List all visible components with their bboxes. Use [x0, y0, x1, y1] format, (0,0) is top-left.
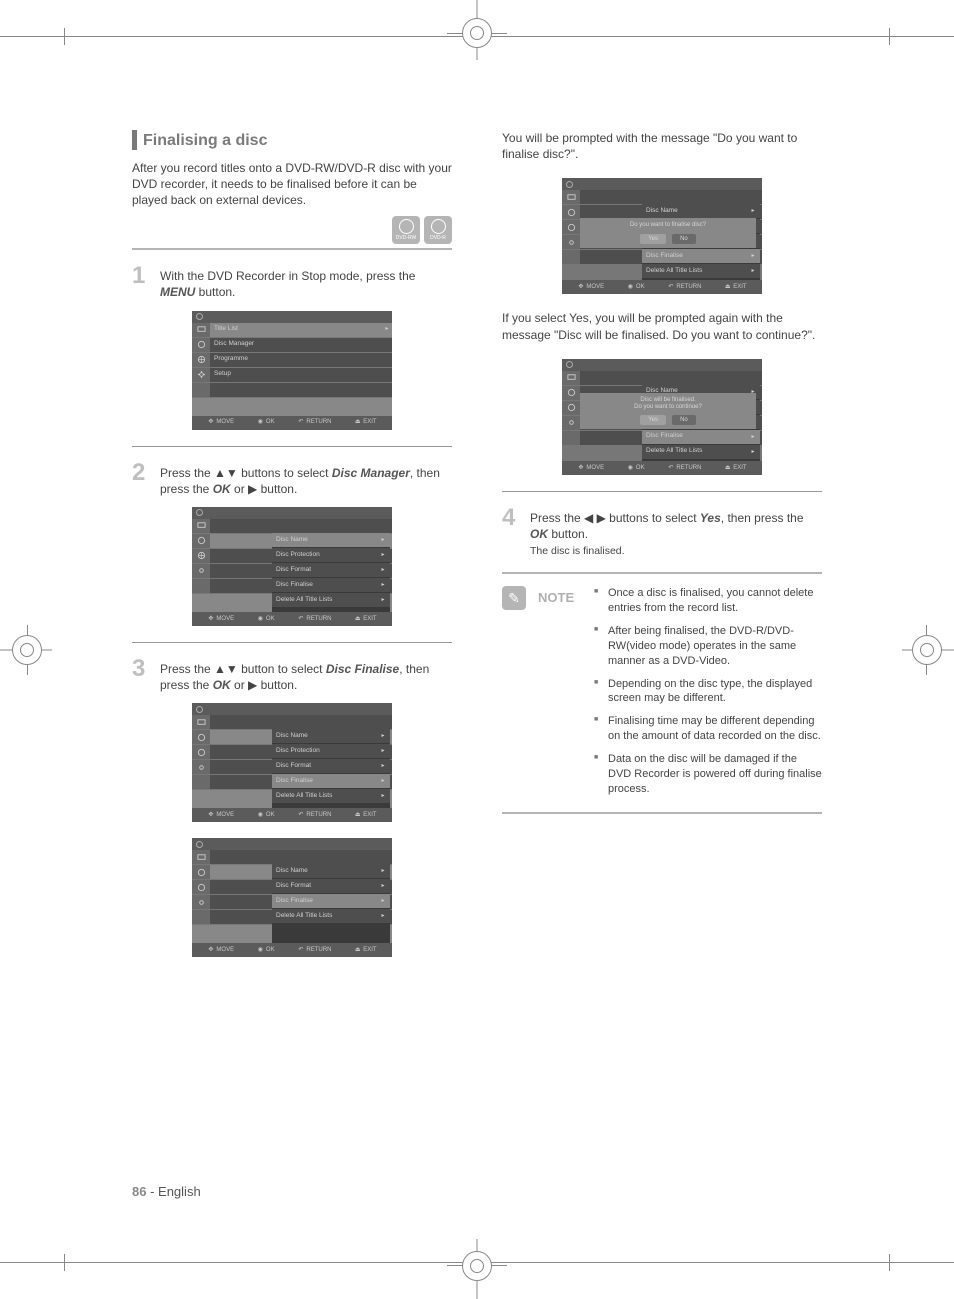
page-content: Finalising a disc After you record title… [132, 130, 822, 973]
prompt-text-2: If you select Yes, you will be prompted … [502, 310, 822, 342]
disc-icon-dvd-r: DVD-R [424, 216, 452, 244]
note-label: NOTE [538, 586, 582, 804]
dialog-continue: Disc will be finalised. Do you want to c… [580, 393, 756, 429]
disc-icon-dvd-rw: DVD-RW [392, 216, 420, 244]
menu-screenshot-dialog-2: Disc Name▸ Disc Protection▸ Disc Format▸… [562, 359, 762, 475]
title-accent-bar [132, 130, 137, 150]
menu-screenshot-dialog-1: Disc Name▸ Disc Protection▸ Disc Format▸… [562, 178, 762, 294]
step-1: 1 With the DVD Recorder in Stop mode, pr… [132, 264, 452, 300]
note-item: Finalising time may be different dependi… [594, 714, 822, 744]
divider [132, 248, 452, 250]
intro-text: After you record titles onto a DVD-RW/DV… [132, 160, 452, 209]
dialog-no-button: No [672, 234, 696, 244]
note-item: After being finalised, the DVD-R/DVD-RW(… [594, 624, 822, 669]
note-list: Once a disc is finalised, you cannot del… [594, 586, 822, 804]
left-column: Finalising a disc After you record title… [132, 130, 452, 973]
note-item: Data on the disc will be damaged if the … [594, 752, 822, 797]
menu-screenshot-3b: Disc Name▸ Disc Format▸ Disc Finalise▸ D… [192, 838, 392, 957]
prompt-text-1: You will be prompted with the message "D… [502, 130, 822, 162]
page-number: 86 - English [132, 1184, 201, 1199]
dialog-finalise: Do you want to finalise disc? Yes No [580, 218, 756, 247]
note-item: Once a disc is finalised, you cannot del… [594, 586, 822, 616]
note-block: ✎ NOTE Once a disc is finalised, you can… [502, 586, 822, 804]
menu-screenshot-2: Disc Name▸ Disc Protection▸ Disc Format▸… [192, 507, 392, 626]
dialog-yes-button: Yes [640, 415, 666, 425]
dialog-no-button: No [672, 415, 696, 425]
step-4: 4 Press the ◀ ▶ buttons to select Yes, t… [502, 506, 822, 559]
step-3: 3 Press the ▲▼ button to select Disc Fin… [132, 657, 452, 693]
right-column: You will be prompted with the message "D… [502, 130, 822, 973]
note-icon: ✎ [502, 586, 526, 610]
note-item: Depending on the disc type, the displaye… [594, 677, 822, 707]
section-title: Finalising a disc [143, 130, 267, 152]
step-2: 2 Press the ▲▼ buttons to select Disc Ma… [132, 461, 452, 497]
dialog-yes-button: Yes [640, 234, 666, 244]
menu-screenshot-1: Title List▸ Disc Manager Programme Setup… [192, 311, 392, 430]
menu-screenshot-3a: Disc Name▸ Disc Protection▸ Disc Format▸… [192, 703, 392, 822]
